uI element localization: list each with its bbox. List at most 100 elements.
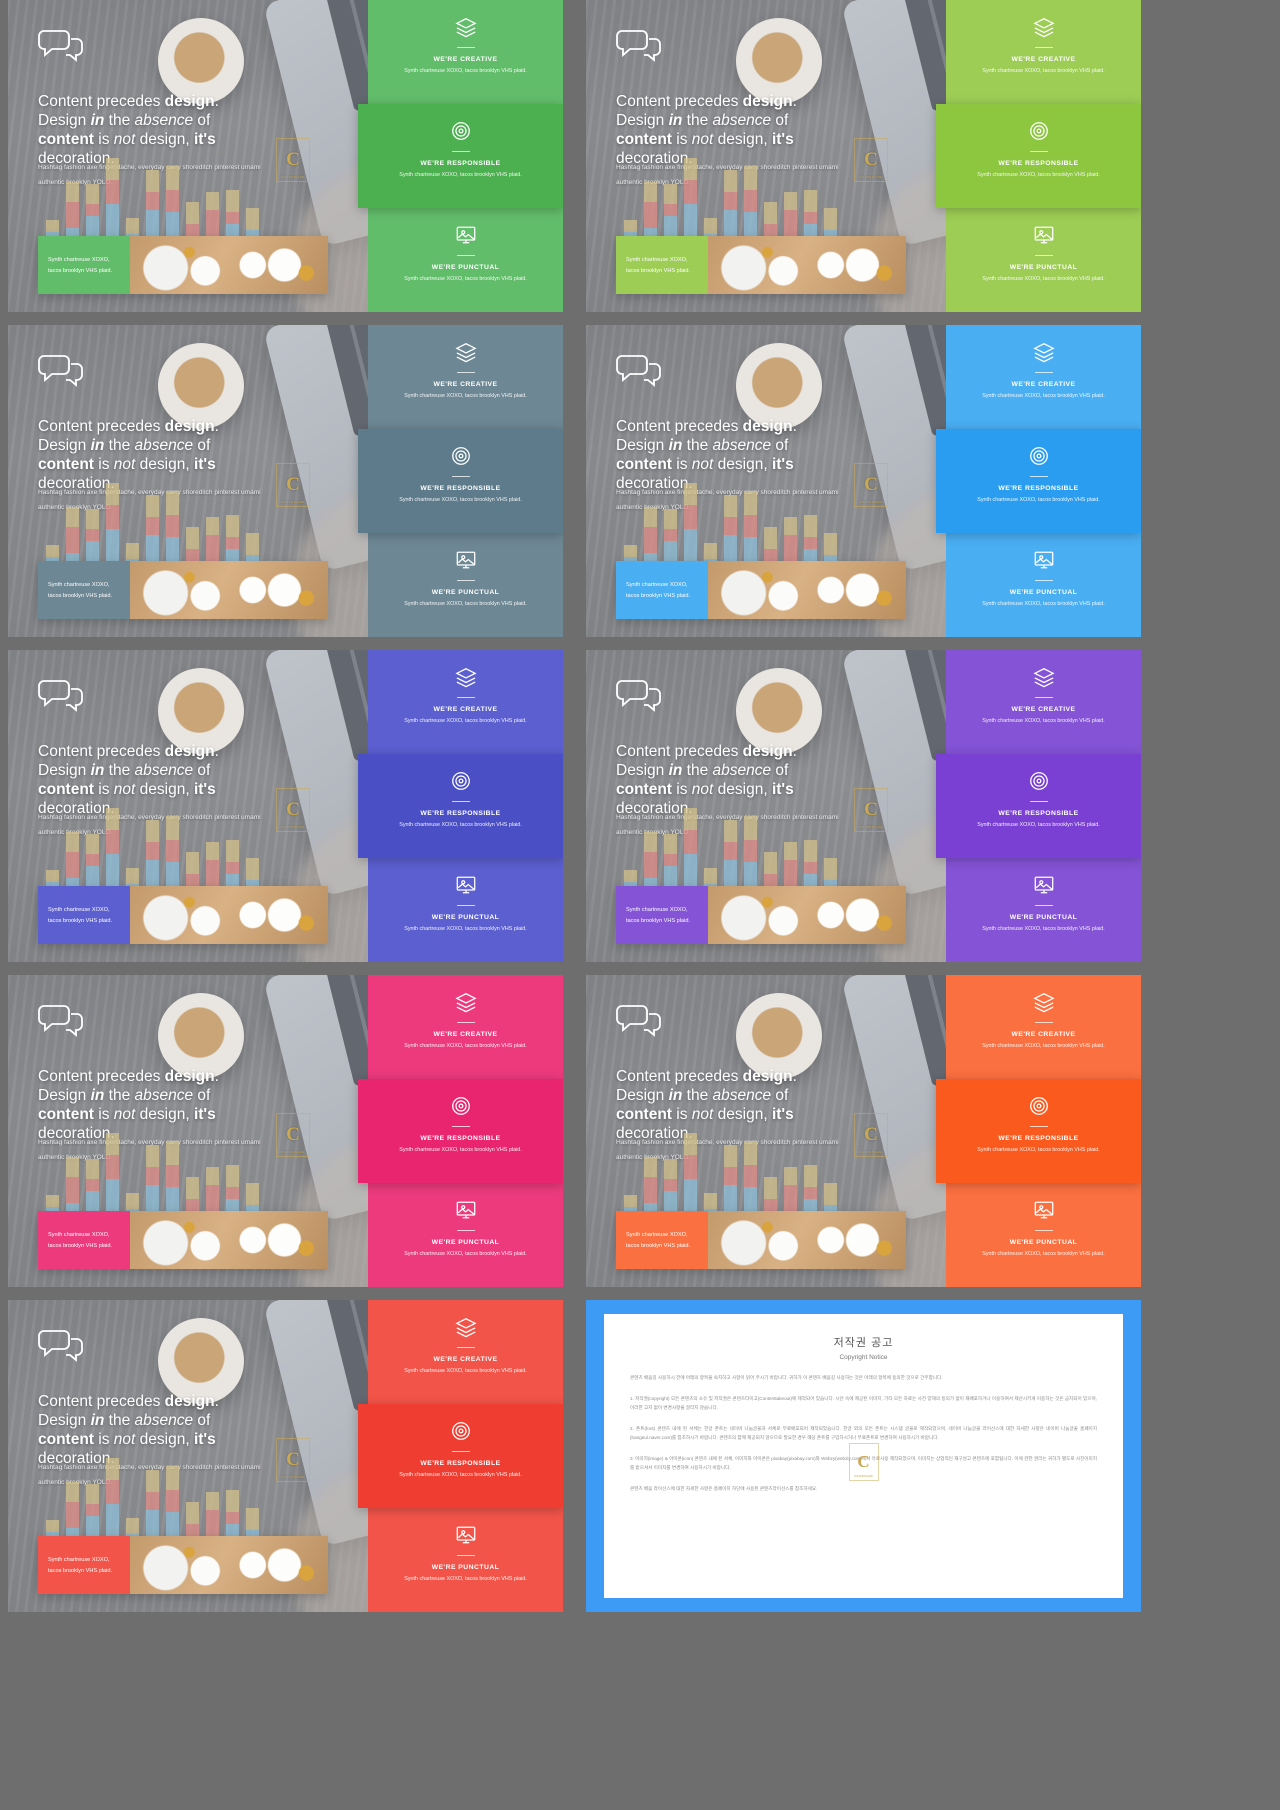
slide-thumbnail-blue[interactable]: C WATERMARK Content precedes design. Des… [586,325,1141,637]
chart-bar-segment [744,1141,757,1165]
chart-bar-segment [764,202,777,224]
chart-bar-segment [724,1145,737,1167]
chart-bar-segment [804,840,817,862]
divider [1034,697,1053,698]
chart-bar-segment [724,820,737,842]
feature-card-1[interactable]: WE'RE CREATIVE Synth chartreuse XOXO, tac… [368,0,563,104]
feature-card-2[interactable]: WE'RE RESPONSIBLE Synth chartreuse XOXO, … [358,1404,563,1508]
slide-thumbnail-orange[interactable]: C WATERMARK Content precedes design. Des… [586,975,1141,1287]
headline-part: design, [135,456,194,473]
feature-card-2[interactable]: WE'RE RESPONSIBLE Synth chartreuse XOXO, … [936,429,1141,533]
slide-thumbnail-green[interactable]: C WATERMARK Content precedes design. Des… [8,0,563,312]
feature-card-title: WE'RE PUNCTUAL [1009,1239,1078,1246]
chart-bar-segment [46,545,59,557]
headline-part: is [671,1106,692,1123]
chart-bar-segment [804,1165,817,1187]
chart-bar-segment [206,842,219,860]
headline-part: design, [713,131,772,148]
feature-card-1[interactable]: WE'RE CREATIVE Synth chartreuse XOXO, tac… [946,0,1141,104]
strip-caption-line-1: Synth chartreuse XOXO, [626,1232,688,1238]
chart-bar-segment [804,1187,817,1199]
feature-card-2[interactable]: WE'RE RESPONSIBLE Synth chartreuse XOXO, … [358,754,563,858]
feature-card-text: Synth chartreuse XOXO, tacos brooklyn VH… [982,1043,1105,1049]
feature-card-3[interactable]: WE'RE PUNCTUAL Synth chartreuse XOXO, tac… [946,208,1141,312]
strip-caption-line-1: Synth chartreuse XOXO, [48,907,110,913]
headline-part: absence [712,437,772,454]
feature-card-2[interactable]: WE'RE RESPONSIBLE Synth chartreuse XOXO, … [936,754,1141,858]
chart-bar-segment [86,529,99,541]
chart-bar-segment [664,509,677,529]
template-thumbnail-grid: C WATERMARK Content precedes design. Des… [0,0,1280,1612]
feature-card-1[interactable]: WE'RE CREATIVE Synth chartreuse XOXO, tac… [946,325,1141,429]
presentation-image-icon [1033,224,1055,246]
feature-card-2[interactable]: WE'RE RESPONSIBLE Synth chartreuse XOXO, … [358,429,563,533]
presentation-image-icon [455,1199,477,1221]
chart-bar-segment [46,1195,59,1207]
headline-part: not [113,456,136,473]
feature-card-3[interactable]: WE'RE PUNCTUAL Synth chartreuse XOXO, tac… [946,858,1141,962]
headline-part: is [671,781,692,798]
image-strip: Synth chartreuse XOXO, tacos brooklyn VH… [38,886,328,944]
chart-bar-segment [684,808,697,830]
chart-bar-segment [206,210,219,236]
feature-card-title: WE'RE CREATIVE [1011,706,1076,713]
chart-bar-segment [644,852,657,878]
headline-part: absence [712,112,772,129]
headline-part: of [193,762,211,779]
slide-thumbnail-pink[interactable]: C WATERMARK Content precedes design. Des… [8,975,563,1287]
headline-part: Content precedes [38,743,165,760]
feature-card-1[interactable]: WE'RE CREATIVE Synth chartreuse XOXO, tac… [368,325,563,429]
headline-part: Design [38,1087,91,1104]
headline-part: design, [135,1431,194,1448]
slide-thumbnail-slate[interactable]: C WATERMARK Content precedes design. Des… [8,325,563,637]
feature-card-1[interactable]: WE'RE CREATIVE Synth chartreuse XOXO, tac… [368,975,563,1079]
headline-part: is [93,781,114,798]
feature-card-1[interactable]: WE'RE CREATIVE Synth chartreuse XOXO, tac… [368,650,563,754]
feature-card-2[interactable]: WE'RE RESPONSIBLE Synth chartreuse XOXO, … [358,104,563,208]
divider [456,1230,475,1231]
chart-bar-segment [186,1177,199,1199]
slide-thumbnail-indigo[interactable]: C WATERMARK Content precedes design. Des… [8,650,563,962]
feature-card-title: WE'RE RESPONSIBLE [420,810,501,817]
feature-card-title: WE'RE PUNCTUAL [431,589,500,596]
slide-thumbnail-purple[interactable]: C WATERMARK Content precedes design. Des… [586,650,1141,962]
chart-bar-segment [246,1508,259,1530]
feature-card-3[interactable]: WE'RE PUNCTUAL Synth chartreuse XOXO, tac… [946,533,1141,637]
image-strip: Synth chartreuse XOXO, tacos brooklyn VH… [616,561,906,619]
headline-part: content [38,1431,94,1448]
chart-bar-segment [66,1177,79,1203]
divider [451,801,470,802]
feature-card-1[interactable]: WE'RE CREATIVE Synth chartreuse XOXO, tac… [946,975,1141,1079]
headline-part: it's [771,1106,794,1123]
feature-card-2[interactable]: WE'RE RESPONSIBLE Synth chartreuse XOXO, … [936,1079,1141,1183]
feature-card-3[interactable]: WE'RE PUNCTUAL Synth chartreuse XOXO, tac… [946,1183,1141,1287]
headline-part: of [771,437,789,454]
chart-bar-segment [186,1502,199,1524]
target-icon [450,1420,472,1442]
feature-card-3[interactable]: WE'RE PUNCTUAL Synth chartreuse XOXO, tac… [368,533,563,637]
feature-card-2[interactable]: WE'RE RESPONSIBLE Synth chartreuse XOXO, … [358,1079,563,1183]
headline-part: of [771,1087,789,1104]
strip-caption-line-1: Synth chartreuse XOXO, [48,1557,110,1563]
strip-caption: Synth chartreuse XOXO, tacos brooklyn VH… [38,561,130,619]
divider [451,1451,470,1452]
slide-thumbnail-red[interactable]: C WATERMARK Content precedes design. Des… [8,1300,563,1612]
chart-bar-segment [724,842,737,860]
slide-thumbnail-yellow-green[interactable]: C WATERMARK Content precedes design. Des… [586,0,1141,312]
feature-card-3[interactable]: WE'RE PUNCTUAL Synth chartreuse XOXO, tac… [368,208,563,312]
feature-card-3[interactable]: WE'RE PUNCTUAL Synth chartreuse XOXO, tac… [368,858,563,962]
feature-card-3[interactable]: WE'RE PUNCTUAL Synth chartreuse XOXO, tac… [368,1508,563,1612]
feature-card-title: WE'RE RESPONSIBLE [420,485,501,492]
feature-card-3[interactable]: WE'RE PUNCTUAL Synth chartreuse XOXO, tac… [368,1183,563,1287]
feature-card-2[interactable]: WE'RE RESPONSIBLE Synth chartreuse XOXO, … [936,104,1141,208]
feature-card-1[interactable]: WE'RE CREATIVE Synth chartreuse XOXO, tac… [946,650,1141,754]
headline-part: it's [193,456,216,473]
chart-bar-segment [106,483,119,505]
feature-card-1[interactable]: WE'RE CREATIVE Synth chartreuse XOXO, tac… [368,1300,563,1404]
chart-bar-segment [46,870,59,882]
feature-card-text: Synth chartreuse XOXO, tacos brooklyn VH… [977,497,1100,503]
chart-bar-segment [644,507,657,527]
headline: Content precedes design. Design in the a… [616,92,896,168]
copyright-notice-slide[interactable]: 저작권 공고 Copyright Notice 콘텐츠 배움길 사용하시 전에 아래… [586,1300,1141,1612]
feature-card-text: Synth chartreuse XOXO, tacos brooklyn VH… [404,276,527,282]
